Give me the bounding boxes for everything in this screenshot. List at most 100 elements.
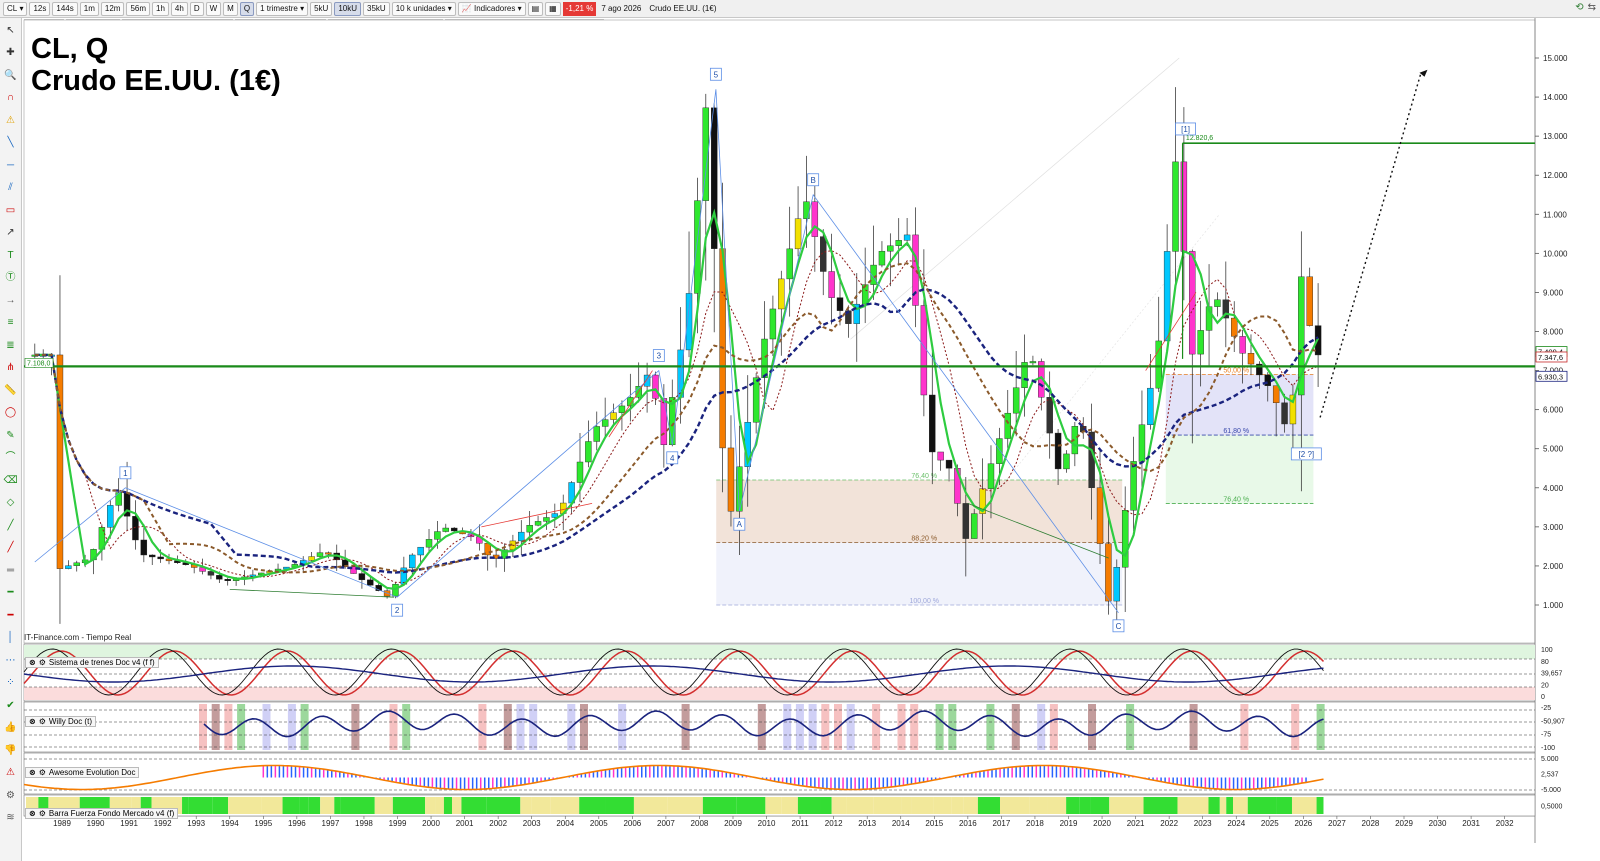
candle-body	[450, 527, 458, 532]
gear-icon[interactable]: ⚙	[39, 809, 46, 818]
candle-body	[140, 539, 148, 556]
candle-body	[1029, 361, 1037, 364]
price-tick-label: 1.000	[1543, 601, 1564, 610]
signal-band	[478, 704, 487, 750]
time-tick-label: 1991	[120, 819, 138, 828]
force-bar	[340, 797, 375, 814]
candle-body	[811, 201, 819, 237]
time-tick-label: 2024	[1227, 819, 1245, 828]
time-tick-label: 2021	[1127, 819, 1145, 828]
force-bar	[182, 797, 189, 814]
signal-band	[287, 704, 296, 750]
candle-body	[1247, 353, 1255, 365]
force-bar	[951, 797, 964, 814]
signal-band	[1240, 704, 1249, 750]
fib-zone-green	[1165, 435, 1314, 504]
candle-body	[618, 405, 626, 413]
indicator-panel: 100 80 39,657 20 0	[23, 643, 1563, 702]
wave-label: [1]	[1181, 125, 1190, 134]
signal-band	[1037, 704, 1046, 750]
price-tick-label: 13.000	[1543, 132, 1568, 141]
panel-axis-label: 39,657	[1541, 671, 1563, 678]
force-bar	[1247, 797, 1277, 814]
close-icon[interactable]: ⊗	[29, 809, 36, 818]
candle-body	[56, 354, 64, 569]
force-bar	[1316, 797, 1324, 814]
force-bar	[550, 797, 580, 814]
time-tick-label: 2030	[1429, 819, 1447, 828]
trading-app: CL ▾ 12s 144s 1m 12m 56m 1h 4h D W M Q 1 trimestre…	[0, 0, 1600, 861]
panel-axis-label: 2,537	[1541, 772, 1559, 779]
candle-body	[1239, 336, 1246, 354]
candle-body	[652, 374, 659, 399]
close-icon[interactable]: ⊗	[29, 717, 36, 726]
candle-body	[761, 338, 768, 378]
panel-label-trenes[interactable]: ⊗ ⚙ Sistema de trenes Doc v4 (f f)	[25, 657, 159, 668]
indicator-panel: -25 -50,907 -75 -100	[23, 701, 1565, 753]
gear-icon[interactable]: ⚙	[39, 717, 46, 726]
force-bar	[873, 797, 902, 814]
price-tick-label: 2.000	[1543, 562, 1564, 571]
force-bar	[911, 797, 934, 814]
candle-body	[1214, 299, 1221, 307]
candle-body	[157, 556, 164, 560]
candle-body	[1004, 412, 1011, 439]
signal-band	[199, 704, 207, 750]
panel-axis-label: -5.000	[1541, 787, 1561, 794]
force-bar	[531, 797, 551, 814]
panel-label-awesome[interactable]: ⊗ ⚙ Awesome Evolution Doc	[25, 767, 140, 778]
candle-body	[903, 234, 911, 241]
candle-body	[1046, 397, 1053, 434]
time-tick-label: 2026	[1294, 819, 1312, 828]
candle-body	[534, 521, 542, 526]
signal-band	[516, 704, 525, 750]
fib-label: 100,00 %	[909, 598, 939, 605]
candle-body	[1306, 276, 1313, 326]
force-bar	[228, 797, 262, 814]
candle-body	[685, 293, 693, 351]
close-icon[interactable]: ⊗	[29, 658, 36, 667]
force-bar	[977, 797, 1000, 814]
gear-icon[interactable]: ⚙	[39, 768, 46, 777]
candle-body	[1105, 543, 1112, 602]
data-source-label: IT-Finance.com - Tiempo Real	[24, 633, 132, 642]
price-tick-label: 10.000	[1543, 249, 1568, 258]
candle-body	[409, 554, 416, 569]
time-tick-label: 1999	[389, 819, 407, 828]
wave-label: B	[810, 176, 815, 185]
candle-body	[1121, 510, 1129, 568]
time-tick-label: 1990	[87, 819, 105, 828]
fib-label: 76,40 %	[911, 473, 937, 480]
fib-zone-brown	[716, 479, 1123, 543]
signal-band	[1011, 704, 1020, 750]
candle-body	[417, 546, 424, 556]
candle-body	[601, 419, 609, 427]
candle-body	[1113, 567, 1120, 602]
candle-body	[526, 525, 533, 533]
panel-label-barra[interactable]: ⊗ ⚙ Barra Fuerza Fondo Mercado v4 (f)	[25, 808, 179, 819]
wave-label: 5	[714, 70, 719, 79]
time-tick-label: 2025	[1261, 819, 1279, 828]
candle-body	[207, 571, 215, 576]
gear-icon[interactable]: ⚙	[39, 658, 46, 667]
force-bar	[702, 797, 737, 814]
candle-body	[1130, 461, 1137, 511]
signal-band	[935, 704, 944, 750]
close-icon[interactable]: ⊗	[29, 768, 36, 777]
time-tick-label: 2011	[791, 819, 809, 828]
panel-axis-label: 0	[1541, 694, 1545, 701]
force-bar	[520, 797, 532, 814]
signal-band	[846, 704, 855, 750]
time-tick-label: 1992	[154, 819, 172, 828]
force-bar	[1208, 797, 1220, 814]
chart-area[interactable]: 1.0002.0003.0004.0005.0006.0007.0008.000…	[0, 0, 1600, 861]
force-bar	[1276, 797, 1292, 814]
force-bar	[451, 797, 462, 814]
time-tick-label: 2028	[1362, 819, 1380, 828]
candle-body	[132, 516, 139, 541]
force-bar	[374, 797, 393, 814]
panel-label-willy[interactable]: ⊗ ⚙ Willy Doc (t)	[25, 716, 96, 727]
wave-label: [2 ?]	[1299, 450, 1315, 459]
force-bar	[188, 797, 213, 814]
candle-body	[367, 579, 374, 586]
